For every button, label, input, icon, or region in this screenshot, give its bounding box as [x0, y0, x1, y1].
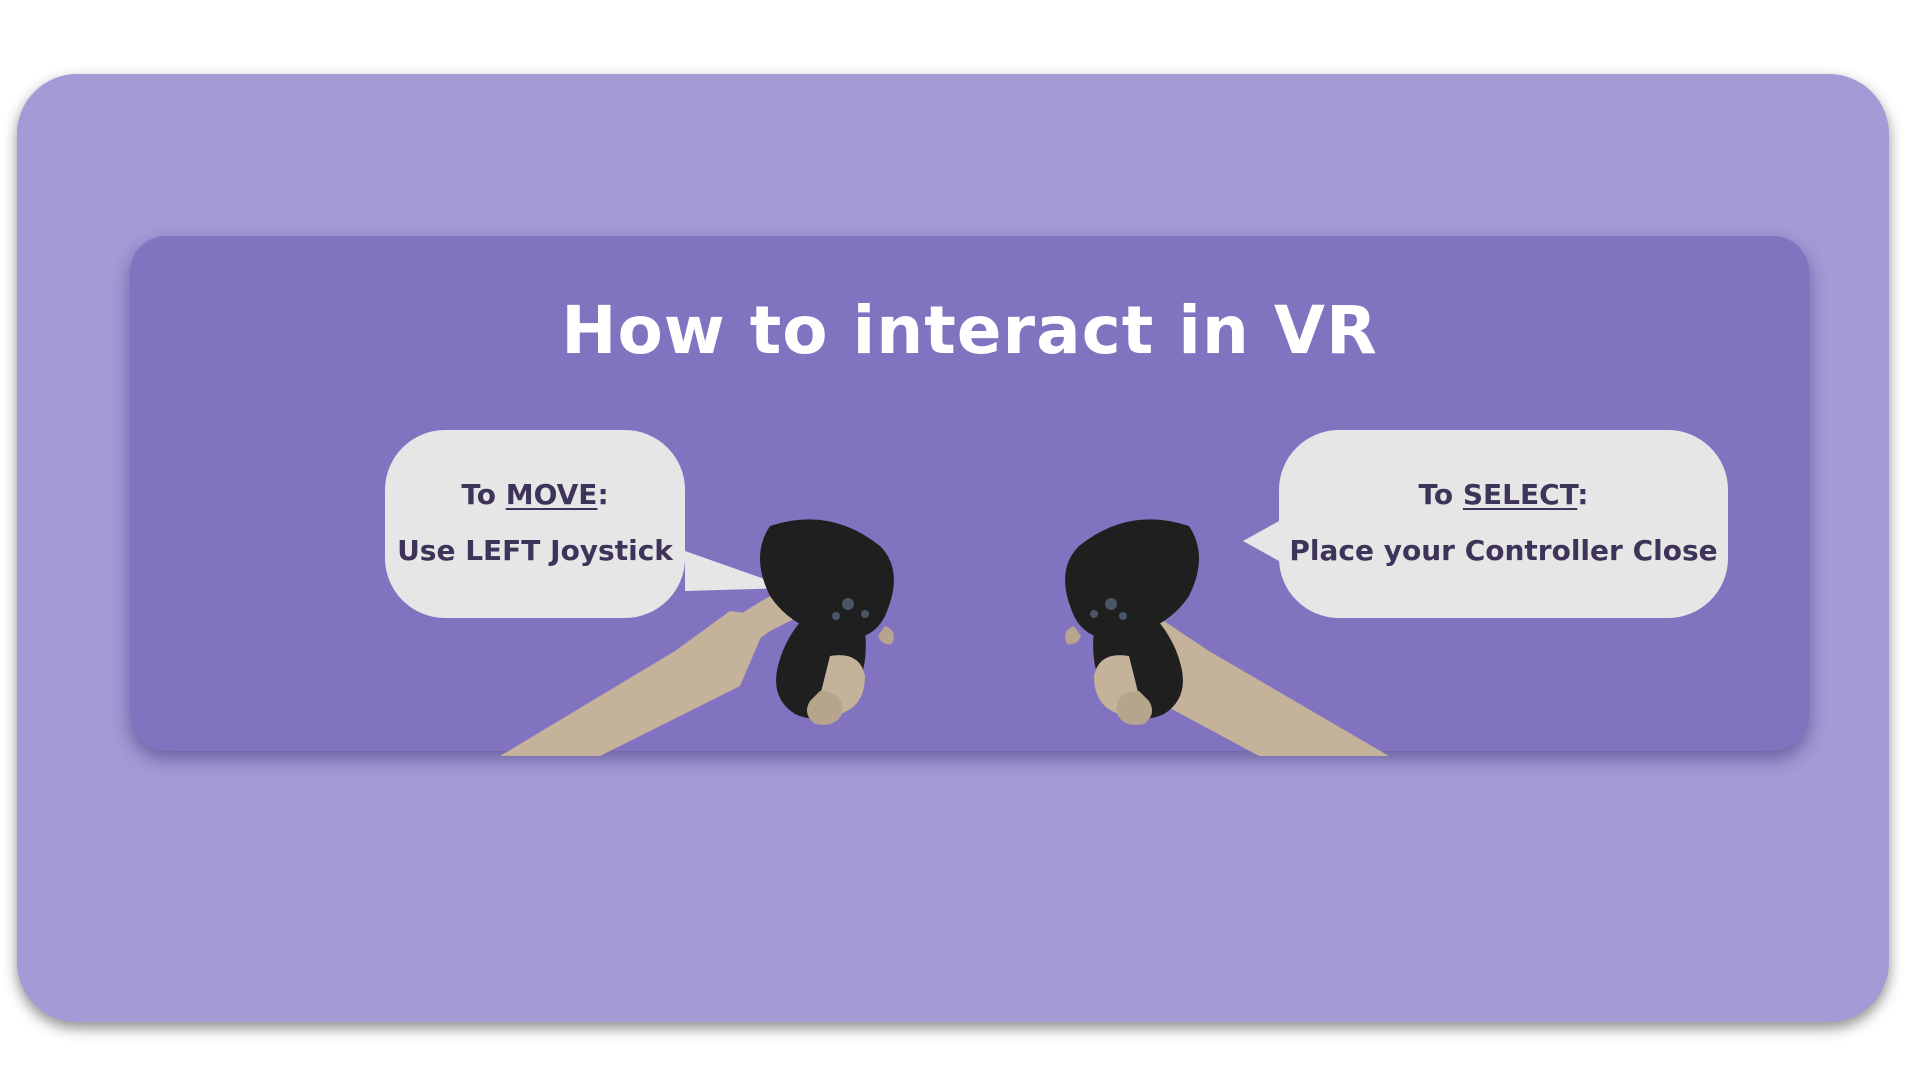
- select-heading: To SELECT:: [1279, 478, 1728, 511]
- move-suffix: :: [597, 478, 609, 511]
- select-instruction-text: Place your Controller Close: [1289, 534, 1718, 567]
- select-instruction-bubble: To SELECT: Place your Controller Close: [1279, 430, 1728, 618]
- move-heading: To MOVE:: [385, 478, 685, 511]
- page-title: How to interact in VR: [561, 292, 1378, 369]
- move-instruction-bubble: To MOVE: Use LEFT Joystick: [385, 430, 685, 618]
- outer-panel: How to interact in VR To MOVE: Use LEFT …: [17, 74, 1889, 1022]
- right-bubble-tail: [1243, 521, 1279, 561]
- move-action: MOVE: [505, 478, 598, 511]
- left-bubble-tail: [685, 551, 790, 591]
- move-prefix: To: [461, 478, 506, 511]
- select-prefix: To: [1418, 478, 1463, 511]
- select-action: SELECT: [1462, 478, 1578, 511]
- instruction-card: How to interact in VR To MOVE: Use LEFT …: [130, 236, 1809, 756]
- move-instruction-text: Use LEFT Joystick: [397, 534, 673, 567]
- select-suffix: :: [1577, 478, 1589, 511]
